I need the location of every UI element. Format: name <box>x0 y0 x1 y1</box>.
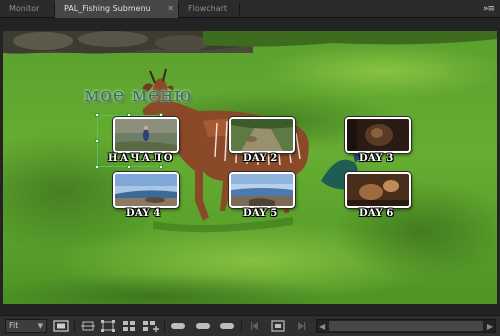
button-shape-3-icon[interactable] <box>219 319 235 333</box>
resize-handle[interactable] <box>127 165 131 169</box>
tab-flowchart[interactable]: Flowchart <box>179 0 239 18</box>
thumbnail-image <box>115 174 177 206</box>
menu-button-label[interactable]: DAY 6 <box>359 208 394 219</box>
menu-title[interactable]: мое меню <box>84 82 192 106</box>
thumbnail-image <box>231 174 293 206</box>
add-layout-icon[interactable] <box>142 319 160 333</box>
thumbnail-image <box>347 174 409 206</box>
menu-button-thumbnail[interactable] <box>345 172 411 208</box>
button-shape-2-icon[interactable] <box>195 319 211 333</box>
bottom-toolbar: Fit ▼ ◀ ▶ <box>0 315 500 336</box>
fit-to-frame-icon[interactable] <box>80 319 96 333</box>
thumbnail-image <box>347 119 409 151</box>
menu-button-thumbnail[interactable] <box>345 117 411 153</box>
menu-button-thumbnail[interactable] <box>229 117 295 153</box>
scroll-right-icon[interactable]: ▶ <box>487 321 493 333</box>
show-handles-icon[interactable] <box>100 319 116 333</box>
menu-button-thumbnail[interactable] <box>113 117 179 153</box>
tab-pal-fishing-submenu[interactable]: PAL_Fishing Submenu ✕ <box>55 0 178 18</box>
tab-monitor[interactable]: Monitor <box>0 0 54 18</box>
menu-button-label[interactable]: DAY 2 <box>243 153 278 164</box>
thumbnail-image <box>231 119 293 151</box>
previous-icon[interactable] <box>248 319 262 333</box>
menu-button-label[interactable]: DAY 4 <box>126 208 161 219</box>
menu-button-thumbnail[interactable] <box>113 172 179 208</box>
tab-flowchart-label: Flowchart <box>188 4 228 13</box>
tab-monitor-label: Monitor <box>9 4 40 13</box>
chevron-down-icon: ▼ <box>37 322 43 330</box>
panel-tab-bar: Monitor PAL_Fishing Submenu ✕ Flowchart … <box>0 0 500 18</box>
zoom-level-value: Fit <box>9 321 19 330</box>
double-chevron-menu-icon[interactable]: »≡ <box>483 0 495 18</box>
zoom-level-select[interactable]: Fit ▼ <box>5 319 47 333</box>
safe-margins-icon[interactable] <box>52 319 70 333</box>
preview-icon[interactable] <box>270 319 286 333</box>
resize-handle[interactable] <box>95 139 99 143</box>
resize-handle[interactable] <box>95 113 99 117</box>
toolbar-separator <box>74 319 75 333</box>
resize-handle[interactable] <box>159 165 163 169</box>
menu-preview-viewport[interactable]: мое меню НАЧАЛО DAY 2 DAY 3 DAY 4 DAY 5 … <box>3 31 497 304</box>
toolbar-separator <box>241 319 242 333</box>
thumbnail-image <box>115 119 177 151</box>
button-shape-1-icon[interactable] <box>170 319 186 333</box>
background-photo <box>3 31 497 304</box>
menu-button-label[interactable]: НАЧАЛО <box>108 153 175 164</box>
tab-submenu-label: PAL_Fishing Submenu <box>64 4 151 13</box>
scroll-left-icon[interactable]: ◀ <box>319 321 325 333</box>
resize-handle[interactable] <box>95 165 99 169</box>
tab-separator <box>239 3 240 15</box>
menu-button-label[interactable]: DAY 3 <box>359 153 394 164</box>
horizontal-scrollbar[interactable]: ◀ ▶ <box>316 319 496 333</box>
next-icon[interactable] <box>294 319 308 333</box>
scrollbar-thumb[interactable] <box>329 321 483 331</box>
close-tab-icon[interactable]: ✕ <box>167 0 174 18</box>
menu-button-label[interactable]: DAY 5 <box>243 208 278 219</box>
menu-button-thumbnail[interactable] <box>229 172 295 208</box>
toolbar-separator <box>164 319 165 333</box>
layout-icon[interactable] <box>121 319 137 333</box>
